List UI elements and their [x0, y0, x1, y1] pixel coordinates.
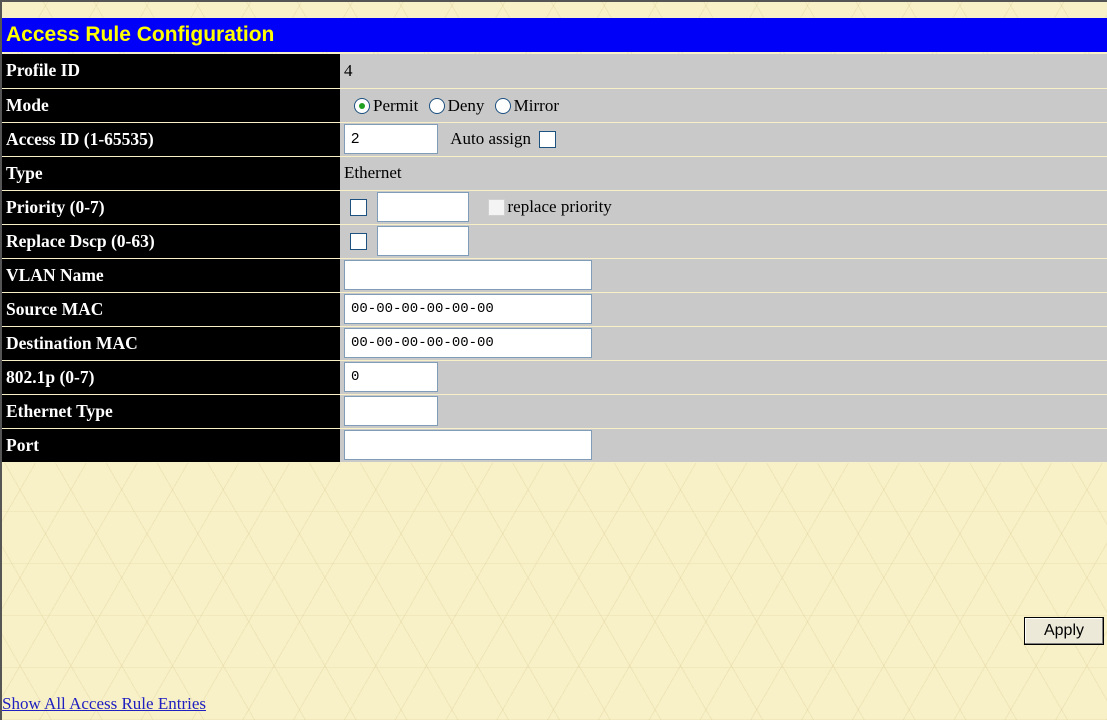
mode-mirror-label: Mirror: [513, 95, 559, 115]
row-dot1p: 802.1p (0-7) 0: [2, 360, 1107, 395]
replace-priority-label: replace priority: [507, 197, 612, 216]
mode-label: Mode: [2, 88, 340, 123]
replace-priority-checkbox[interactable]: [487, 198, 505, 216]
vlan-name-label: VLAN Name: [2, 258, 340, 293]
auto-assign-label: Auto assign: [450, 129, 531, 148]
mode-deny-radio[interactable]: [428, 97, 445, 114]
row-vlan-name: VLAN Name: [2, 258, 1107, 293]
profile-id-label: Profile ID: [2, 54, 340, 89]
priority-input[interactable]: [377, 192, 470, 222]
row-destination-mac: Destination MAC 00-00-00-00-00-00: [2, 326, 1107, 361]
apply-button[interactable]: Apply: [1024, 617, 1104, 645]
mode-options: Permit Deny Mirror: [340, 88, 1107, 123]
row-ethernet-type: Ethernet Type: [2, 394, 1107, 429]
destination-mac-input[interactable]: 00-00-00-00-00-00: [344, 328, 592, 358]
mode-mirror-radio[interactable]: [494, 97, 511, 114]
page-title: Access Rule Configuration: [2, 18, 1107, 52]
priority-checkbox[interactable]: [350, 198, 367, 216]
type-value: Ethernet: [340, 156, 1107, 191]
mode-permit-label: Permit: [373, 95, 419, 115]
replace-dscp-checkbox[interactable]: [350, 232, 367, 250]
access-id-label: Access ID (1-65535): [2, 122, 340, 157]
row-source-mac: Source MAC 00-00-00-00-00-00: [2, 292, 1107, 327]
row-profile-id: Profile ID 4: [2, 54, 1107, 89]
port-label: Port: [2, 428, 340, 463]
row-priority: Priority (0-7) replace priority: [2, 190, 1107, 225]
row-replace-dscp: Replace Dscp (0-63): [2, 224, 1107, 259]
show-all-access-rule-entries-link[interactable]: Show All Access Rule Entries: [2, 694, 206, 714]
auto-assign-checkbox[interactable]: [539, 130, 557, 148]
vlan-name-input[interactable]: [344, 260, 592, 290]
source-mac-label: Source MAC: [2, 292, 340, 327]
ethernet-type-input[interactable]: [344, 396, 438, 426]
port-input[interactable]: [344, 430, 592, 460]
access-id-input[interactable]: 2: [344, 124, 438, 154]
ethernet-type-label: Ethernet Type: [2, 394, 340, 429]
dot1p-input[interactable]: 0: [344, 362, 438, 392]
row-port: Port: [2, 428, 1107, 463]
destination-mac-label: Destination MAC: [2, 326, 340, 361]
type-label: Type: [2, 156, 340, 191]
profile-id-value: 4: [340, 54, 1107, 89]
source-mac-input[interactable]: 00-00-00-00-00-00: [344, 294, 592, 324]
row-type: Type Ethernet: [2, 156, 1107, 191]
replace-dscp-input[interactable]: [377, 226, 470, 256]
row-mode: Mode Permit Deny Mirror: [2, 88, 1107, 123]
row-access-id: Access ID (1-65535) 2 Auto assign: [2, 122, 1107, 157]
mode-deny-label: Deny: [447, 95, 485, 115]
replace-dscp-label: Replace Dscp (0-63): [2, 224, 340, 259]
priority-label: Priority (0-7): [2, 190, 340, 225]
mode-permit-radio[interactable]: [354, 97, 370, 114]
access-rule-form: Profile ID 4 Mode Permit Deny Mirror Acc…: [2, 54, 1107, 463]
dot1p-label: 802.1p (0-7): [2, 360, 340, 395]
